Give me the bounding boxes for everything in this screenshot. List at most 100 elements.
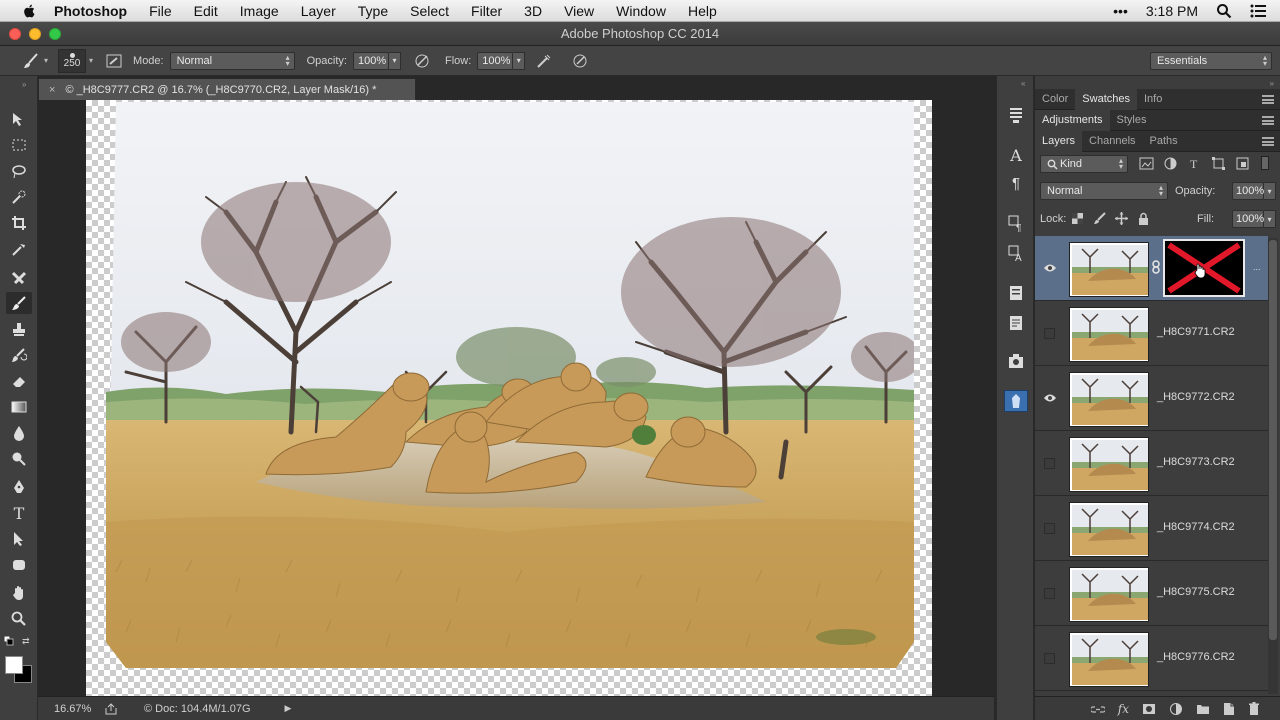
layer-name[interactable]: _H8C9775.CR2 [1157,586,1235,598]
layer-name[interactable]: _H8C9772.CR2 [1157,391,1235,403]
zoom-icon[interactable] [6,608,32,630]
close-icon[interactable]: × [49,84,55,96]
eyedropper-icon[interactable] [6,238,32,260]
layer-row[interactable]: _H8C9775.CR2 [1035,561,1268,626]
character-panel-icon[interactable]: A [1004,144,1028,166]
paragraph-styles-icon[interactable]: ¶ [1004,212,1028,234]
layer-opacity-field[interactable]: 100% [1232,182,1264,200]
visibility-toggle[interactable] [1044,653,1055,664]
link-layers-icon[interactable] [1090,703,1105,715]
layer-name[interactable]: _H8C9773.CR2 [1157,456,1235,468]
menu-file[interactable]: File [149,3,172,19]
clock[interactable]: 3:18 PM [1146,3,1198,19]
fill-field[interactable]: 100% [1232,210,1264,228]
doc-info[interactable]: © Doc: 104.4M/1.07G [144,703,251,715]
tab-channels[interactable]: Channels [1082,131,1142,152]
notification-center-icon[interactable] [1250,4,1266,18]
pressure-opacity-icon[interactable] [411,50,433,72]
apple-icon[interactable] [20,3,40,19]
close-window-button[interactable] [9,28,21,40]
menu-edit[interactable]: Edit [194,3,218,19]
filter-shape-icon[interactable] [1211,156,1226,171]
menu-help[interactable]: Help [688,3,717,19]
layer-name[interactable]: _H8C9771.CR2 [1157,326,1235,338]
healing-icon[interactable] [6,266,32,288]
zoom-level[interactable]: 16.67% [54,703,94,715]
menu-filter[interactable]: Filter [471,3,502,19]
status-menu-arrow-icon[interactable]: ▶ [285,703,292,714]
chevron-down-icon[interactable]: ▾ [89,56,93,65]
mode-select[interactable]: Normal ▴ ▾ [169,51,295,70]
brush-size-picker[interactable]: 250 [58,48,87,73]
eye-icon[interactable] [1042,390,1058,406]
brush-preset-icon[interactable] [20,50,42,72]
history-brush-icon[interactable] [6,344,32,366]
new-group-icon[interactable] [1196,703,1210,715]
filter-pixel-icon[interactable] [1139,156,1154,171]
tab-color[interactable]: Color [1035,89,1075,110]
foreground-color-swatch[interactable] [5,656,23,674]
chain-link-icon[interactable] [1151,260,1161,274]
menu-type[interactable]: Type [358,3,388,19]
layer-thumbnail[interactable] [1069,567,1149,622]
move-icon[interactable] [6,108,32,130]
character-styles-icon[interactable]: A [1004,242,1028,264]
document-tab[interactable]: × © _H8C9777.CR2 @ 16.7% (_H8C9770.CR2, … [38,78,416,100]
lock-transparent-pixels-icon[interactable] [1071,212,1084,225]
app-menu[interactable]: Photoshop [54,3,127,19]
tab-layers[interactable]: Layers [1035,130,1083,152]
layer-thumbnail[interactable] [1069,372,1149,427]
visibility-toggle[interactable] [1044,588,1055,599]
menu-layer[interactable]: Layer [301,3,336,19]
filter-toggle-switch[interactable] [1261,156,1269,170]
spotlight-icon[interactable] [1216,3,1232,19]
menu-extras-icon[interactable]: ••• [1113,3,1128,19]
default-colors-icon[interactable] [3,635,14,646]
panel-menu-icon[interactable] [1262,137,1274,146]
visibility-toggle[interactable] [1044,523,1055,534]
clone-source-icon[interactable] [1004,390,1028,412]
flow-field[interactable]: 100% [477,51,514,70]
menu-view[interactable]: View [564,3,594,19]
tab-adjustments[interactable]: Adjustments [1035,109,1110,131]
history-panel-icon[interactable] [1004,104,1028,126]
layers-scrollbar-thumb[interactable] [1269,240,1277,640]
lion-pride-photo[interactable] [106,102,914,668]
swap-colors-icon[interactable]: ⇄ [22,636,32,646]
blend-mode-select[interactable]: Normal ▴ ▾ [1040,182,1168,200]
tab-info[interactable]: Info [1137,89,1169,110]
tab-swatches[interactable]: Swatches [1075,88,1137,110]
layer-row[interactable]: _H8C9773.CR2 [1035,431,1268,496]
layer-mask-thumbnail[interactable] [1163,239,1245,297]
menu-window[interactable]: Window [616,3,666,19]
layer-thumbnail[interactable] [1069,437,1149,492]
filter-smart-object-icon[interactable] [1235,156,1250,171]
share-icon[interactable] [104,702,118,715]
layer-thumbnail[interactable] [1069,502,1149,557]
properties-panel-icon[interactable] [1004,282,1028,304]
canvas-area[interactable] [38,100,994,696]
layer-thumbnail[interactable] [1069,632,1149,687]
layer-thumbnail[interactable] [1069,307,1149,362]
filter-type-icon[interactable]: T [1187,156,1202,171]
menu-image[interactable]: Image [240,3,279,19]
opacity-field[interactable]: 100% [352,51,389,70]
expand-panels-icon[interactable]: « [1021,79,1025,88]
lasso-icon[interactable] [6,160,32,182]
new-layer-icon[interactable] [1223,702,1235,716]
actions-panel-icon[interactable] [1004,350,1028,372]
pressure-size-icon[interactable] [569,50,591,72]
path-select-icon[interactable] [6,528,32,550]
panel-menu-icon[interactable] [1262,116,1274,125]
menu-3d[interactable]: 3D [524,3,542,19]
layer-row[interactable]: _H8C9771.CR2 [1035,301,1268,366]
visibility-toggle[interactable] [1044,458,1055,469]
eye-icon[interactable] [1042,260,1058,276]
layer-name[interactable]: _H8C9776.CR2 [1157,651,1235,663]
eraser-icon[interactable] [6,370,32,392]
flow-slider-toggle[interactable]: ▾ [513,51,526,70]
add-mask-icon[interactable] [1142,703,1156,715]
layer-thumbnail[interactable] [1069,242,1149,297]
blur-icon[interactable] [6,422,32,444]
tab-paths[interactable]: Paths [1143,131,1185,152]
